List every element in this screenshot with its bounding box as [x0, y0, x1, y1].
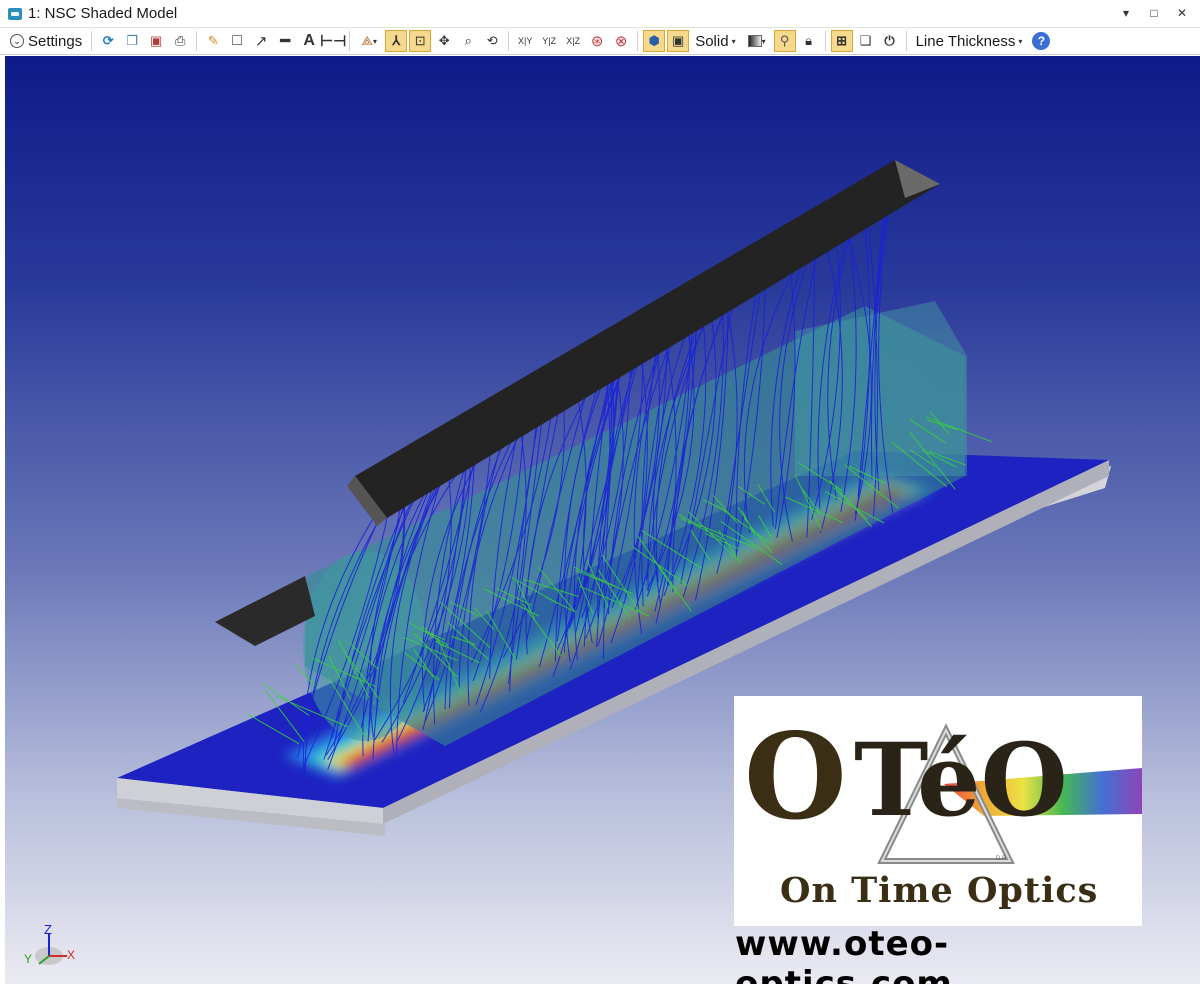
axes-icon: ⅄: [392, 33, 401, 48]
ray-fan-icon: ⊛: [590, 33, 604, 50]
window-controls: ▾ □ ✕: [1118, 4, 1190, 22]
save-button[interactable]: ▣: [145, 30, 167, 52]
maximize-button[interactable]: □: [1146, 4, 1162, 22]
axis-y-label: Y: [24, 952, 33, 966]
shaded-model-viewport[interactable]: Z Y X O TéO D.R. On Time Optics www.oteo…: [5, 56, 1200, 984]
view-yz-button[interactable]: Y|Z: [538, 36, 560, 46]
text-icon: A: [303, 32, 315, 49]
toolbar-divider: [905, 31, 907, 51]
caret-icon: ▾: [1018, 36, 1023, 46]
axis-triad: [35, 934, 67, 965]
rotate-icon: ⟲: [486, 33, 498, 48]
zoom-window-icon: ⊡: [414, 33, 426, 48]
website-url: www.oteo-optics.com: [735, 924, 953, 984]
copy-icon: ❐: [126, 33, 139, 48]
lock-button[interactable]: 🔒︎: [798, 30, 820, 52]
settings-label: Settings: [28, 32, 83, 50]
close-button[interactable]: ✕: [1174, 4, 1190, 22]
axes-view-icon: ⟁: [361, 33, 373, 48]
axes-toggle-button[interactable]: ⅄: [385, 30, 408, 52]
logo-tagline: On Time Optics: [780, 870, 1099, 911]
line-thickness-dropdown[interactable]: Line Thickness ▾: [912, 33, 1027, 50]
text-button[interactable]: A: [298, 30, 320, 52]
fit-view-button[interactable]: ⊞: [830, 30, 853, 52]
rectangle-icon: □: [232, 32, 243, 49]
caret-icon: ▾: [731, 36, 736, 46]
rectangle-button[interactable]: □: [226, 30, 248, 52]
render-mode-dropdown[interactable]: Solid ▾: [691, 33, 739, 50]
logo-letter-o: O: [744, 707, 847, 846]
oteo-logo: O TéO D.R. On Time Optics: [734, 696, 1142, 926]
windows-icon: ❏: [859, 33, 872, 48]
arrow-icon: ↗: [254, 33, 268, 50]
toolbar: ⌄ Settings ⟳ ❐ ▣ ⎙ ✎ □ ↗ ━ A ⊢⊣ ⟁ ▾ ⅄ ⊡ ✥…: [0, 28, 1200, 55]
lighting-button[interactable]: ⚲: [773, 30, 796, 52]
help-button[interactable]: ?: [1032, 32, 1051, 50]
clear-rays-button[interactable]: ⊗: [610, 30, 632, 52]
rays-button[interactable]: ⊛: [586, 30, 608, 52]
shaded-cube-button[interactable]: ⬢: [643, 30, 666, 52]
chevron-down-icon: ⌄: [10, 34, 24, 48]
toolbar-divider: [637, 31, 639, 51]
axis-x-label: X: [67, 948, 76, 962]
magnifier-icon: ⌕: [464, 33, 472, 48]
prism-bar-front: [215, 576, 315, 646]
caret-icon: ▾: [373, 36, 378, 46]
view-xy-button[interactable]: X|Y: [514, 36, 536, 46]
pencil-icon: ✎: [207, 33, 219, 48]
background-button[interactable]: ▾: [742, 30, 772, 52]
toolbar-divider: [349, 31, 351, 51]
clear-icon: ⊗: [614, 33, 628, 50]
solid-box-button[interactable]: ▣: [667, 30, 690, 52]
zoom-window-button[interactable]: ⊡: [409, 30, 432, 52]
print-button[interactable]: ⎙: [169, 30, 191, 52]
toolbar-divider: [508, 31, 510, 51]
dropdown-button[interactable]: ▾: [1118, 4, 1134, 22]
toolbar-divider: [824, 31, 826, 51]
copy-button[interactable]: ❐: [121, 30, 143, 52]
refresh-icon: ⟳: [102, 33, 114, 48]
toolbar-divider: [196, 31, 198, 51]
caret-icon: ▾: [761, 36, 766, 46]
rotate-view-button[interactable]: ⟲: [481, 30, 503, 52]
pencil-button[interactable]: ✎: [202, 30, 224, 52]
line-thickness-label: Line Thickness: [915, 32, 1016, 50]
settings-button[interactable]: ⌄ Settings: [6, 33, 86, 50]
power-button[interactable]: ⏻: [879, 30, 901, 52]
refresh-button[interactable]: ⟳: [97, 30, 119, 52]
line-icon: ━: [280, 33, 291, 50]
print-icon: ⎙: [175, 33, 186, 48]
line-button[interactable]: ━: [274, 30, 296, 52]
window-title: 1: NSC Shaded Model: [28, 5, 178, 22]
logo-letters: TéO: [854, 721, 1068, 839]
view-menu-button[interactable]: ⟁ ▾: [355, 30, 383, 52]
cube-icon: ⬢: [648, 33, 660, 48]
axis-z-label: Z: [44, 922, 52, 937]
gradient-icon: [747, 35, 762, 47]
render-mode-value: Solid: [695, 32, 729, 50]
view-xz-button[interactable]: X|Z: [562, 36, 584, 46]
dimension-button[interactable]: ⊢⊣: [320, 30, 347, 52]
fit-icon: ⊞: [836, 33, 848, 48]
app-icon: [8, 7, 22, 20]
logo-mark: D.R.: [996, 856, 1008, 862]
power-icon: ⏻: [884, 33, 895, 48]
pan-button[interactable]: ✥: [433, 30, 455, 52]
dimension-icon: ⊢⊣: [320, 33, 347, 50]
arrow-button[interactable]: ↗: [250, 30, 272, 52]
zoom-button[interactable]: ⌕: [457, 30, 479, 52]
box-icon: ▣: [672, 33, 685, 48]
wand-icon: ⚲: [779, 33, 790, 48]
lock-icon: 🔒︎: [805, 33, 813, 48]
save-icon: ▣: [150, 33, 163, 48]
toolbar-divider: [91, 31, 93, 51]
pan-icon: ✥: [438, 33, 450, 48]
title-bar: 1: NSC Shaded Model ▾ □ ✕: [0, 0, 1200, 28]
window-layout-button[interactable]: ❏: [855, 30, 877, 52]
